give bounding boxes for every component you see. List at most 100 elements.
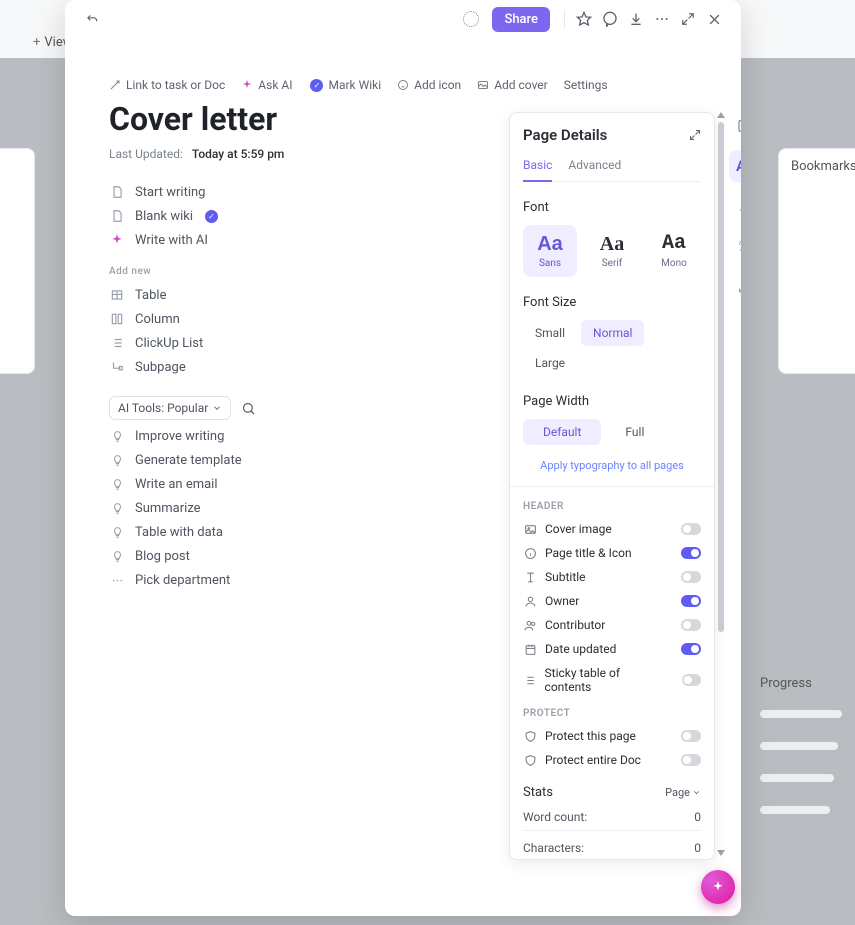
mini-export-icon[interactable] bbox=[729, 270, 741, 302]
protect-doc-toggle[interactable] bbox=[681, 754, 701, 766]
expand-icon[interactable] bbox=[675, 6, 701, 32]
ai-fab-button[interactable] bbox=[701, 870, 735, 904]
apply-typography-link[interactable]: Apply typography to all pages bbox=[523, 459, 701, 472]
panel-expand-icon[interactable] bbox=[689, 129, 701, 141]
font-sans-label: Sans bbox=[539, 258, 561, 269]
page-width-full[interactable]: Full bbox=[605, 419, 664, 445]
bg-skeleton-bar bbox=[760, 742, 838, 750]
ai-template-button[interactable]: Generate template bbox=[109, 448, 489, 472]
date-toggle[interactable] bbox=[681, 643, 701, 655]
characters-label: Characters: bbox=[523, 841, 584, 855]
shield-icon bbox=[523, 729, 537, 743]
ai-dept-button[interactable]: Pick department bbox=[109, 568, 489, 592]
close-icon[interactable] bbox=[701, 6, 727, 32]
add-icon-button[interactable]: Add icon bbox=[397, 78, 461, 92]
font-size-heading: Font Size bbox=[523, 295, 701, 310]
mini-typography-icon[interactable]: Aa bbox=[729, 150, 741, 182]
add-list-button[interactable]: ClickUp List bbox=[109, 331, 489, 355]
protect-page-row: Protect this page bbox=[523, 729, 701, 743]
share-button[interactable]: Share bbox=[492, 7, 550, 32]
font-size-normal[interactable]: Normal bbox=[581, 320, 644, 346]
protect-doc-row: Protect entire Doc bbox=[523, 753, 701, 767]
date-row: Date updated bbox=[523, 642, 701, 656]
ai-dept-label: Pick department bbox=[135, 573, 230, 588]
bg-left-card bbox=[0, 148, 35, 374]
add-column-button[interactable]: Column bbox=[109, 307, 489, 331]
subtitle-row: Subtitle bbox=[523, 570, 701, 584]
star-icon[interactable] bbox=[571, 6, 597, 32]
title-icon-toggle[interactable] bbox=[681, 547, 701, 559]
ask-ai-label: Ask AI bbox=[258, 78, 292, 92]
mini-wand-icon[interactable] bbox=[729, 190, 741, 222]
comment-icon[interactable] bbox=[597, 6, 623, 32]
ai-summarize-label: Summarize bbox=[135, 501, 201, 516]
stats-heading-row: Stats Page bbox=[523, 785, 701, 800]
mini-panel-icon[interactable] bbox=[729, 110, 741, 142]
font-serif-label: Serif bbox=[602, 258, 623, 269]
scroll-down-arrow[interactable] bbox=[717, 850, 725, 856]
tab-basic[interactable]: Basic bbox=[523, 158, 552, 182]
mark-wiki-button[interactable]: ✓ Mark Wiki bbox=[308, 78, 381, 92]
stats-heading: Stats bbox=[523, 785, 553, 800]
start-writing-button[interactable]: Start writing bbox=[109, 180, 489, 204]
image-icon bbox=[523, 522, 537, 536]
protect-page-toggle[interactable] bbox=[681, 730, 701, 742]
back-icon[interactable] bbox=[79, 6, 105, 32]
panel-divider bbox=[510, 486, 714, 487]
tab-advanced[interactable]: Advanced bbox=[568, 158, 621, 181]
page-width-default[interactable]: Default bbox=[523, 419, 601, 445]
owner-label: Owner bbox=[545, 594, 579, 608]
blank-wiki-button[interactable]: Blank wiki ✓ bbox=[109, 204, 489, 228]
link-task-doc-button[interactable]: Link to task or Doc bbox=[109, 78, 225, 92]
status-icon[interactable] bbox=[458, 6, 484, 32]
scroll-thumb[interactable] bbox=[718, 122, 724, 632]
ai-email-label: Write an email bbox=[135, 477, 218, 492]
font-sans-option[interactable]: AaSans bbox=[523, 225, 577, 277]
ai-table-button[interactable]: Table with data bbox=[109, 520, 489, 544]
font-size-small[interactable]: Small bbox=[523, 320, 577, 346]
download-icon[interactable] bbox=[623, 6, 649, 32]
bg-skeleton-bar bbox=[760, 806, 830, 814]
font-size-large[interactable]: Large bbox=[523, 350, 577, 376]
write-with-ai-button[interactable]: Write with AI bbox=[109, 228, 489, 252]
scroll-up-arrow[interactable] bbox=[717, 112, 725, 118]
ask-ai-button[interactable]: Ask AI bbox=[241, 78, 292, 92]
page-icon bbox=[109, 184, 125, 200]
bulb-icon bbox=[109, 548, 125, 564]
cover-image-toggle[interactable] bbox=[681, 523, 701, 535]
ai-blog-button[interactable]: Blog post bbox=[109, 544, 489, 568]
add-icon-label: Add icon bbox=[414, 78, 461, 92]
ai-summarize-button[interactable]: Summarize bbox=[109, 496, 489, 520]
ai-tools-row: AI Tools: Popular bbox=[109, 396, 256, 420]
font-serif-option[interactable]: Aa Serif bbox=[585, 225, 639, 277]
word-count-row: Word count:0 bbox=[523, 810, 701, 831]
subtitle-toggle[interactable] bbox=[681, 571, 701, 583]
toc-toggle[interactable] bbox=[682, 674, 701, 686]
add-table-button[interactable]: Table bbox=[109, 283, 489, 307]
font-sample: Aa bbox=[600, 234, 624, 254]
word-count-value: 0 bbox=[694, 810, 701, 824]
bg-skeleton-bar bbox=[760, 774, 834, 782]
stats-scope-selector[interactable]: Page bbox=[665, 786, 701, 799]
owner-toggle[interactable] bbox=[681, 595, 701, 607]
add-subpage-button[interactable]: Subpage bbox=[109, 355, 489, 379]
settings-button[interactable]: Settings bbox=[564, 78, 608, 92]
users-icon bbox=[523, 618, 537, 632]
ai-tools-search-button[interactable] bbox=[241, 401, 256, 416]
more-icon bbox=[109, 572, 125, 588]
font-mono-option[interactable]: AaMono bbox=[647, 225, 701, 277]
list-icon bbox=[109, 335, 125, 351]
add-cover-button[interactable]: Add cover bbox=[477, 78, 548, 92]
ai-email-button[interactable]: Write an email bbox=[109, 472, 489, 496]
text-icon bbox=[523, 570, 537, 584]
sparkle-icon bbox=[109, 232, 125, 248]
ai-improve-button[interactable]: Improve writing bbox=[109, 424, 489, 448]
mini-sparkle-icon[interactable] bbox=[729, 230, 741, 262]
ai-table-label: Table with data bbox=[135, 525, 223, 540]
subtitle-label: Subtitle bbox=[545, 570, 586, 584]
protect-group-heading: PROTECT bbox=[523, 708, 701, 719]
more-icon[interactable] bbox=[649, 6, 675, 32]
contributor-toggle[interactable] bbox=[681, 619, 701, 631]
page-title[interactable]: Cover letter bbox=[109, 100, 277, 138]
ai-tools-selector[interactable]: AI Tools: Popular bbox=[109, 396, 231, 420]
